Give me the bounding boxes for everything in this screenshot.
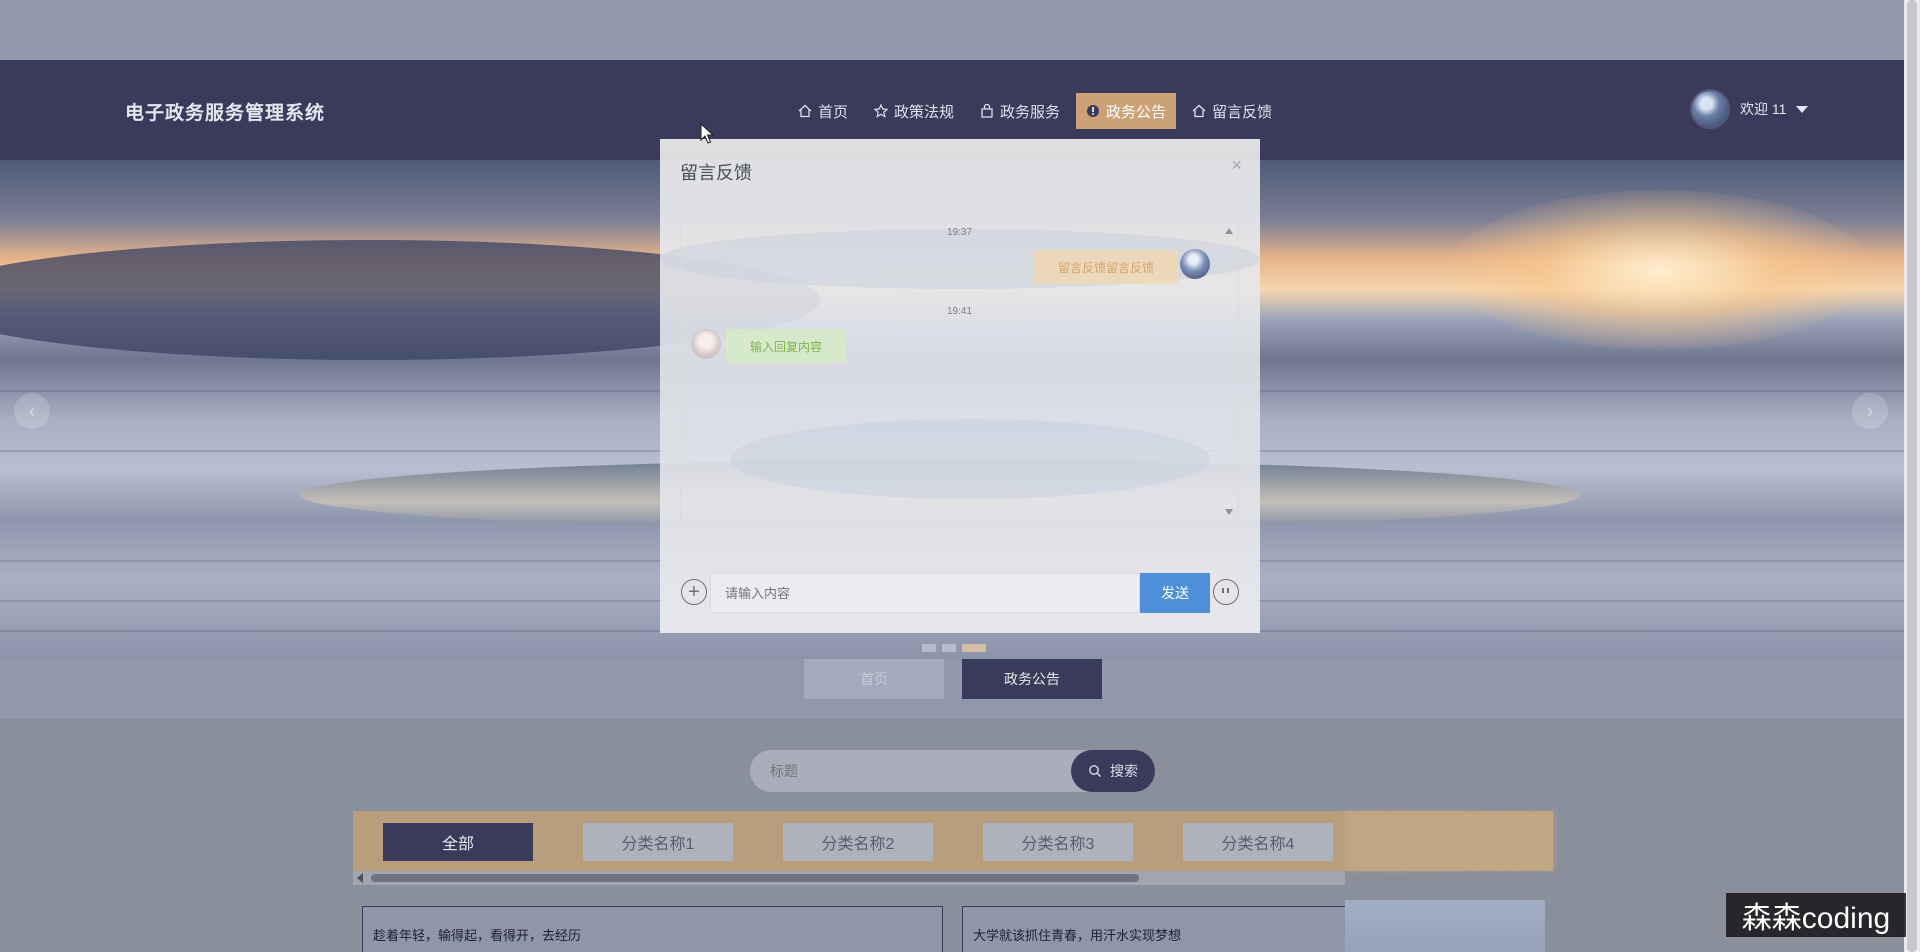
mouse-cursor-icon [700, 123, 714, 144]
menu-item-policy[interactable]: 政策法规 [864, 93, 964, 129]
carousel-dot[interactable] [922, 644, 936, 652]
category-2[interactable]: 分类名称2 [783, 823, 933, 861]
message-input[interactable] [710, 573, 1140, 613]
carousel-prev-button[interactable]: ‹ [14, 393, 50, 429]
page-scrollbar[interactable] [1904, 0, 1920, 952]
card-title: 大学就该抓住青春，用汗水实现梦想 [973, 928, 1182, 943]
scroll-left-icon[interactable] [357, 873, 363, 883]
carousel-next-button[interactable]: › [1852, 393, 1888, 429]
category-4[interactable]: 分类名称4 [1183, 823, 1333, 861]
emoji-icon[interactable] [1213, 579, 1239, 605]
carousel-dot-active[interactable] [962, 644, 986, 652]
scrollbar-thumb[interactable] [371, 874, 1139, 882]
chat-bubble-received: 输入回复内容 [726, 329, 847, 363]
category-all[interactable]: 全部 [383, 823, 533, 861]
menu-item-label: 政务服务 [1000, 103, 1061, 121]
category-bar-overflow [1345, 811, 1555, 871]
chat-history[interactable]: 19:37 留言反馈留言反馈 19:41 输入回复内容 [680, 222, 1239, 521]
message-time: 19:41 [946, 306, 973, 317]
menu-item-label: 政策法规 [894, 103, 955, 121]
announcement-card[interactable]: 大学就该抓住青春，用汗水实现梦想 [962, 906, 1345, 952]
search-bar: 搜索 [750, 750, 1155, 792]
breadcrumb-home[interactable]: 首页 [804, 659, 944, 699]
category-3[interactable]: 分类名称3 [983, 823, 1133, 861]
search-icon [1089, 765, 1101, 777]
user-menu[interactable]: 欢迎 11 [1690, 89, 1809, 129]
avatar[interactable] [1690, 89, 1730, 129]
menu-item-label: 政务公告 [1106, 103, 1167, 121]
menu-item-home[interactable]: 首页 [788, 93, 858, 129]
breadcrumb-current: 政务公告 [962, 659, 1102, 699]
avatar [691, 329, 721, 359]
bag-icon [981, 104, 993, 118]
card-overflow [1345, 900, 1545, 952]
menu-item-label: 首页 [818, 103, 849, 121]
user-greeting: 欢迎 11 [1740, 101, 1787, 117]
send-button[interactable]: 发送 [1140, 573, 1210, 613]
search-button[interactable]: 搜索 [1071, 750, 1155, 792]
close-icon[interactable]: × [1231, 155, 1242, 176]
chevron-down-icon [1796, 105, 1809, 113]
message-time: 19:37 [946, 227, 973, 238]
page-scrollbar-thumb[interactable] [1907, 0, 1917, 952]
top-strip [0, 0, 1904, 60]
menu-item-label: 留言反馈 [1212, 103, 1273, 121]
category-1[interactable]: 分类名称1 [583, 823, 733, 861]
watermark: 森森coding [1726, 893, 1906, 937]
chat-bubble-sent: 留言反馈留言反馈 [1033, 250, 1178, 284]
card-title: 趁着年轻，输得起，看得开，去经历 [373, 928, 582, 943]
menu-item-feedback[interactable]: 留言反馈 [1182, 93, 1282, 129]
avatar [1180, 249, 1210, 279]
menu-item-announcements[interactable]: 政务公告 [1076, 93, 1177, 129]
announcement-card[interactable]: 趁着年轻，输得起，看得开，去经历 [362, 906, 943, 952]
breadcrumb: 首页 政务公告 [0, 659, 1904, 719]
banner-sun-glow [1450, 190, 1870, 350]
carousel-dot[interactable] [942, 644, 956, 652]
menu-item-services[interactable]: 政务服务 [970, 93, 1070, 129]
alert-circle-icon [1087, 105, 1100, 117]
carousel-indicators [922, 644, 986, 652]
site-brand: 电子政务服务管理系统 [125, 103, 326, 124]
feedback-modal: 留言反馈 × 19:37 留言反馈留言反馈 19:41 输入回复内容 + 发送 [660, 139, 1260, 633]
modal-title: 留言反馈 [680, 163, 752, 183]
star-icon [874, 104, 889, 118]
scroll-down-icon[interactable] [1225, 509, 1233, 515]
search-button-label: 搜索 [1110, 763, 1138, 779]
search-input[interactable] [750, 750, 1070, 792]
home-icon [798, 104, 812, 118]
home-icon [1192, 104, 1206, 118]
add-attachment-icon[interactable]: + [681, 579, 707, 605]
main-menu: 首页 政策法规 政务服务 政务公告 留言反馈 [788, 93, 1282, 129]
category-scrollbar[interactable] [353, 871, 1345, 885]
